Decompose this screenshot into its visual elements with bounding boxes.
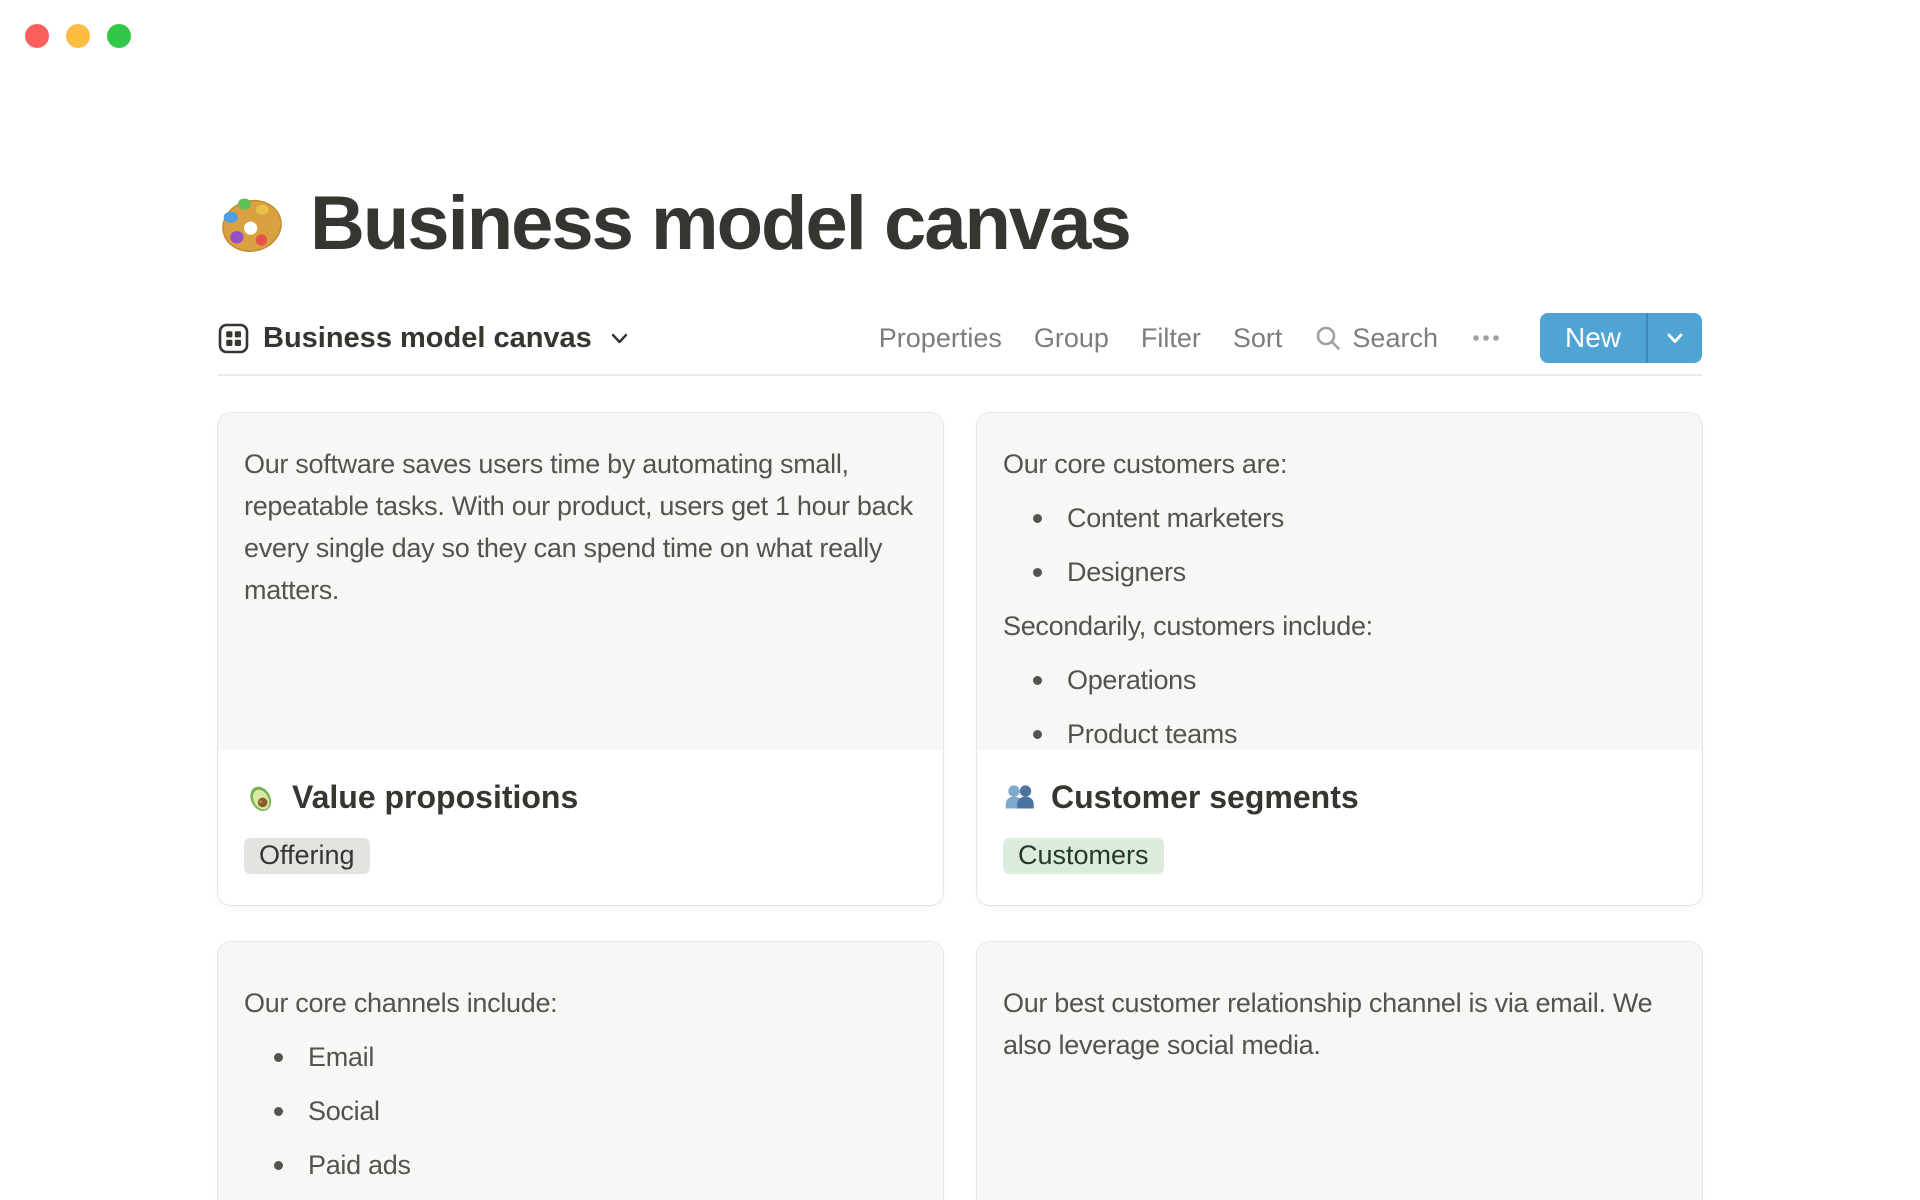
toolbar-actions: Properties Group Filter Sort Search New [879,313,1702,363]
card-channels[interactable]: Our core channels include: Email Social … [218,942,943,1200]
search-icon [1314,324,1342,352]
card-preview: Our best customer relationship channel i… [977,942,1702,1200]
page-content: Business model canvas Business model can… [218,178,1702,1200]
avocado-emoji-icon [244,781,277,814]
card-preview-paragraph: Our best customer relationship channel i… [1003,988,1653,1060]
view-name: Business model canvas [263,321,592,354]
minimize-window-button[interactable] [66,24,90,48]
card-customer-segments[interactable]: Our core customers are: Content marketer… [977,413,1702,905]
properties-button[interactable]: Properties [879,323,1002,354]
card-footer: Customer segments Customers [977,750,1702,905]
busts-in-silhouette-emoji-icon [1003,781,1036,814]
card-preview: Our software saves users time by automat… [218,413,943,750]
card-value-propositions[interactable]: Our software saves users time by automat… [218,413,943,905]
more-options-button[interactable] [1470,333,1502,343]
card-preview-paragraph: Our core channels include: [244,988,558,1018]
page-title: Business model canvas [310,181,1132,266]
search-button[interactable]: Search [1314,323,1438,354]
new-button-group: New [1539,313,1702,363]
bullet-list-item: Paid ads [244,1144,917,1186]
gallery-view-icon [218,323,249,354]
new-button[interactable]: New [1540,313,1646,363]
card-preview-paragraph: Our software saves users time by automat… [244,449,913,605]
filter-button[interactable]: Filter [1141,323,1201,354]
bullet-list-item: Social [244,1090,917,1132]
card-preview: Our core channels include: Email Social … [218,942,943,1200]
card-preview-paragraph: Secondarily, customers include: [1003,611,1373,641]
card-customer-relationships[interactable]: Our best customer relationship channel i… [977,942,1702,1200]
view-toolbar: Business model canvas Properties Group F… [218,313,1702,376]
bullet-list-item: Operations [1003,659,1676,701]
bullet-list-item: Product teams [1003,713,1676,750]
chevron-down-icon [606,327,631,350]
tag-customers: Customers [1003,838,1164,874]
card-footer: Value propositions Offering [218,750,943,905]
card-title: Customer segments [1051,779,1359,815]
sort-button[interactable]: Sort [1233,323,1283,354]
gallery-view: Our software saves users time by automat… [218,413,1702,1200]
close-window-button[interactable] [25,24,49,48]
bullet-list-item: Content marketers [1003,497,1676,539]
chevron-down-icon [1665,328,1685,348]
ellipsis-icon [1472,333,1500,343]
new-button-dropdown[interactable] [1648,313,1702,363]
bullet-list-item: Email [244,1036,917,1078]
card-preview-paragraph: Our core customers are: [1003,449,1288,479]
card-preview: Our core customers are: Content marketer… [977,413,1702,750]
search-label: Search [1352,322,1438,353]
card-title: Value propositions [292,779,579,815]
view-selector[interactable]: Business model canvas [218,322,631,355]
bullet-list-item: Designers [1003,551,1676,593]
zoom-window-button[interactable] [107,24,131,48]
window-controls [25,24,131,48]
palette-emoji-icon[interactable] [218,190,286,258]
group-button[interactable]: Group [1034,323,1109,354]
page-header: Business model canvas [218,178,1702,270]
tag-offering: Offering [244,838,370,874]
